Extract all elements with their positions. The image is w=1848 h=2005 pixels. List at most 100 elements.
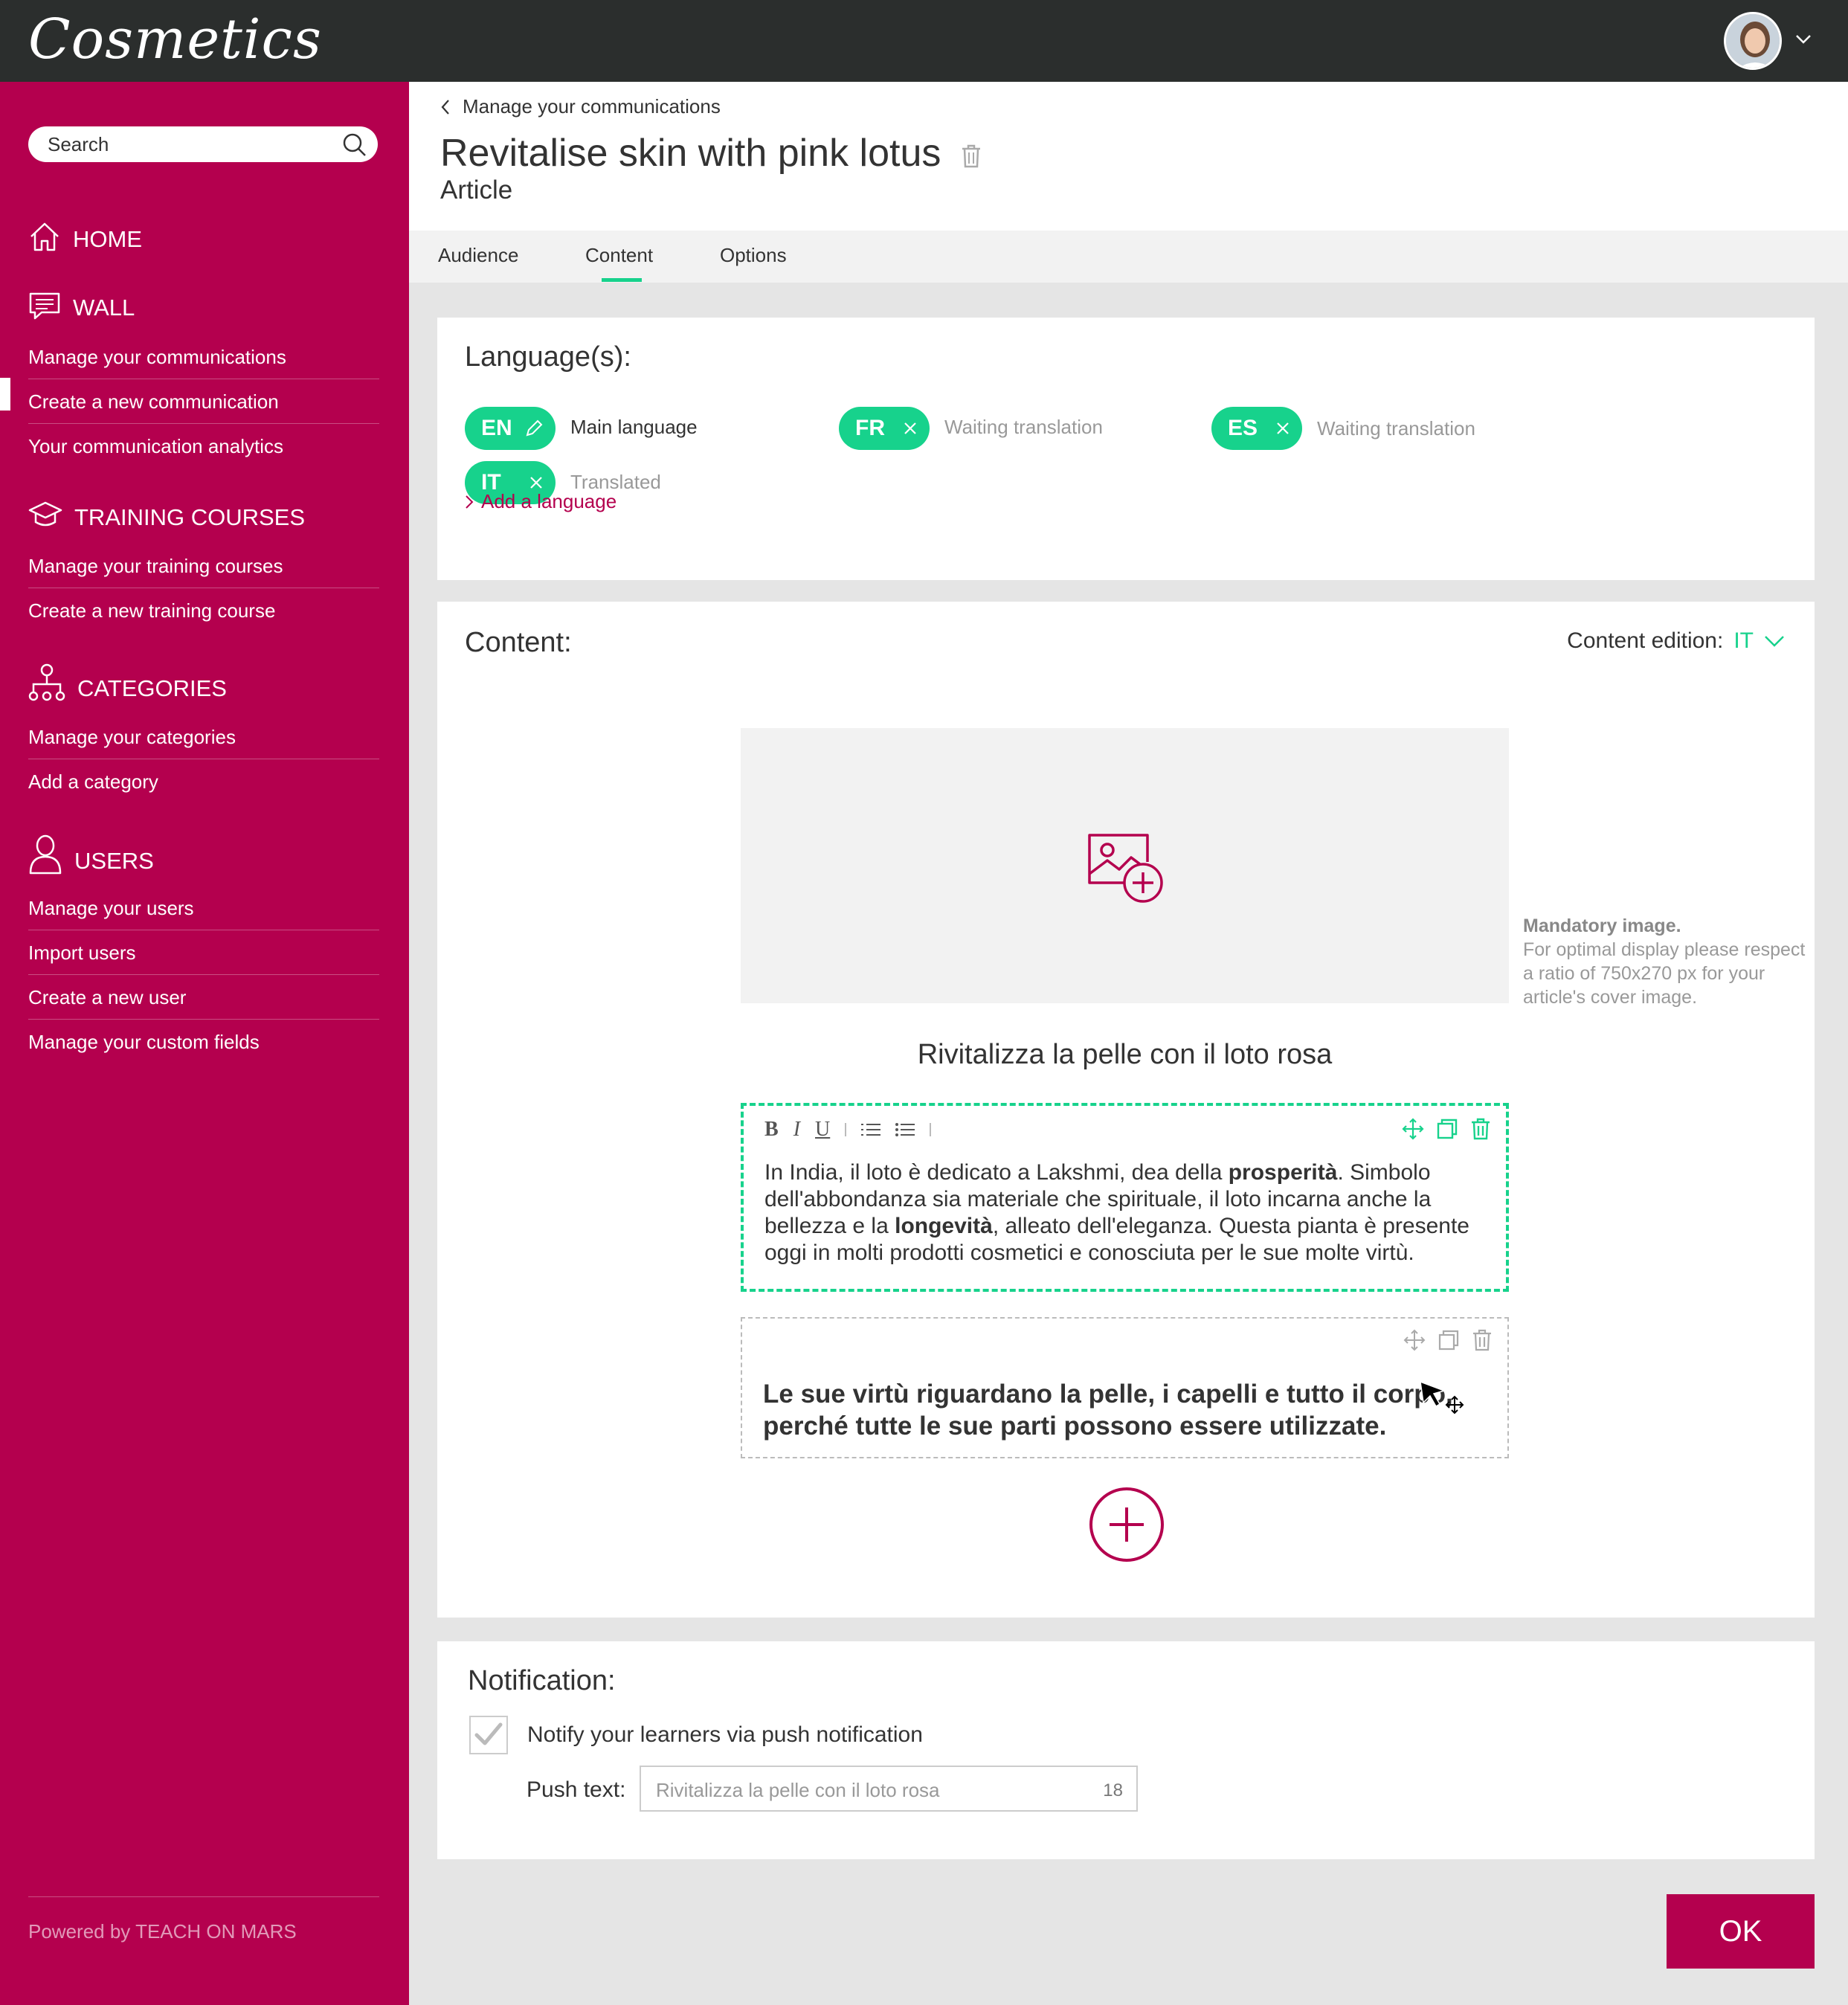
text-run-bold: prosperità [1228, 1160, 1338, 1185]
user-icon [28, 834, 62, 875]
ok-button[interactable]: OK [1667, 1894, 1815, 1969]
chevron-right-icon [465, 495, 474, 509]
language-code: FR [855, 416, 885, 440]
search-icon[interactable] [342, 132, 367, 158]
chevron-down-icon [1764, 634, 1785, 648]
page-subtitle: Article [440, 176, 513, 205]
sidebar-item-create-training[interactable]: Create a new training course [28, 588, 379, 633]
add-image-icon [1086, 832, 1164, 904]
search-box [28, 126, 378, 162]
sidebar-label-wall: WALL [73, 295, 135, 321]
chevron-left-icon [440, 99, 451, 115]
sidebar-section-users[interactable]: USERS [28, 834, 154, 875]
content-edition-select[interactable]: Content edition: IT [1567, 628, 1785, 654]
bold-button[interactable]: B [764, 1118, 779, 1142]
language-status: Waiting translation [944, 416, 1103, 438]
powered-prefix: Powered by [28, 1920, 131, 1943]
push-text-label: Push text: [527, 1777, 626, 1802]
tab-options[interactable]: Options [720, 244, 787, 267]
add-block-button[interactable] [1089, 1487, 1165, 1563]
push-text-input[interactable]: Rivitalizza la pelle con il loto rosa 18 [640, 1766, 1138, 1812]
sidebar-item-manage-users[interactable]: Manage your users [28, 886, 379, 930]
graduation-cap-icon [28, 500, 62, 531]
block-actions [1403, 1329, 1493, 1351]
image-hint-text: For optimal display please respect a rat… [1523, 939, 1806, 1008]
tab-audience[interactable]: Audience [438, 244, 518, 267]
notify-label: Notify your learners via push notificati… [527, 1722, 923, 1747]
tab-content[interactable]: Content [585, 244, 653, 267]
sidebar-item-create-user[interactable]: Create a new user [28, 975, 379, 1020]
language-code: ES [1228, 416, 1258, 440]
divider [28, 1896, 379, 1897]
language-code: EN [481, 416, 512, 440]
sidebar-label-training: TRAINING COURSES [74, 504, 306, 530]
text-block-inactive[interactable]: Le sue virtù riguardano la pelle, i cape… [741, 1317, 1509, 1458]
ordered-list-icon[interactable] [861, 1122, 881, 1137]
home-icon [28, 220, 61, 253]
block-paragraph[interactable]: In India, il loto è dedicato a Lakshmi, … [764, 1159, 1478, 1267]
sidebar: HOME WALL Manage your communications Cre… [0, 82, 409, 2005]
sidebar-item-home[interactable]: HOME [28, 220, 142, 253]
sidebar-section-wall[interactable]: WALL [28, 292, 135, 321]
breadcrumb[interactable]: Manage your communications [440, 95, 721, 118]
sidebar-item-custom-fields[interactable]: Manage your custom fields [28, 1020, 379, 1064]
content-edition-label: Content edition: [1567, 628, 1724, 653]
duplicate-icon[interactable] [1437, 1329, 1460, 1351]
sidebar-item-communication-analytics[interactable]: Your communication analytics [28, 424, 379, 469]
sidebar-item-manage-categories[interactable]: Manage your categories [28, 715, 379, 759]
move-icon[interactable] [1403, 1329, 1426, 1351]
active-indicator [0, 378, 10, 411]
app-logo[interactable]: Cosmetics [28, 7, 322, 71]
text-block-active[interactable]: B I U In India, il loto è dedicato a Lak [741, 1103, 1509, 1292]
language-chip-fr[interactable]: FR [839, 407, 930, 450]
top-bar: Cosmetics [0, 0, 1848, 82]
trash-icon[interactable] [1470, 1118, 1491, 1140]
sidebar-item-manage-communications[interactable]: Manage your communications [28, 335, 379, 379]
check-icon [474, 1722, 503, 1745]
duplicate-icon[interactable] [1436, 1118, 1458, 1140]
close-icon[interactable] [529, 475, 544, 490]
search-input[interactable] [46, 126, 329, 162]
notification-title: Notification: [468, 1665, 616, 1696]
powered-by: Powered by TEACH ON MARS [28, 1920, 297, 1943]
sidebar-section-training[interactable]: TRAINING COURSES [28, 500, 305, 531]
close-icon[interactable] [903, 421, 918, 436]
add-language-label: Add a language [481, 490, 617, 512]
article-title[interactable]: Rivitalizza la pelle con il loto rosa [741, 1039, 1509, 1071]
hierarchy-icon [28, 663, 65, 702]
sidebar-item-import-users[interactable]: Import users [28, 930, 379, 975]
text-run: In India, il loto è dedicato a Lakshmi, … [764, 1160, 1229, 1185]
block-heading[interactable]: Le sue virtù riguardano la pelle, i cape… [763, 1378, 1477, 1442]
format-toolbar: B I U [764, 1118, 932, 1142]
push-text-value: Rivitalizza la pelle con il loto rosa [656, 1779, 940, 1801]
sidebar-item-add-category[interactable]: Add a category [28, 759, 379, 804]
mouse-cursor-move-icon [1417, 1379, 1469, 1416]
notify-checkbox[interactable] [469, 1716, 508, 1754]
sidebar-label-users: USERS [74, 848, 154, 874]
language-chip-en[interactable]: EN [465, 407, 556, 450]
language-status: Waiting translation [1317, 417, 1475, 440]
image-upload-area[interactable] [741, 728, 1509, 1003]
content-title: Content: [465, 627, 572, 658]
close-icon[interactable] [1275, 421, 1290, 436]
content-card: Content: Content edition: IT Mandatory i… [437, 602, 1815, 1618]
avatar[interactable] [1724, 12, 1782, 70]
chevron-down-icon[interactable] [1795, 34, 1812, 45]
breadcrumb-link[interactable]: Manage your communications [463, 95, 721, 118]
sidebar-item-manage-training[interactable]: Manage your training courses [28, 544, 379, 588]
pencil-icon[interactable] [524, 419, 544, 438]
sidebar-section-categories[interactable]: CATEGORIES [28, 663, 227, 702]
add-language-link[interactable]: Add a language [465, 490, 616, 513]
move-icon[interactable] [1402, 1118, 1424, 1140]
italic-button[interactable]: I [793, 1118, 800, 1142]
toolbar-divider [845, 1123, 847, 1136]
trash-icon[interactable] [961, 144, 982, 168]
char-counter: 18 [1103, 1780, 1123, 1800]
powered-brand[interactable]: TEACH ON MARS [135, 1920, 297, 1943]
language-chip-es[interactable]: ES [1211, 407, 1302, 450]
bullet-list-icon[interactable] [895, 1122, 915, 1137]
trash-icon[interactable] [1472, 1329, 1493, 1351]
underline-button[interactable]: U [815, 1118, 830, 1142]
content-edition-lang: IT [1733, 628, 1754, 653]
sidebar-item-create-communication[interactable]: Create a new communication [28, 379, 379, 424]
